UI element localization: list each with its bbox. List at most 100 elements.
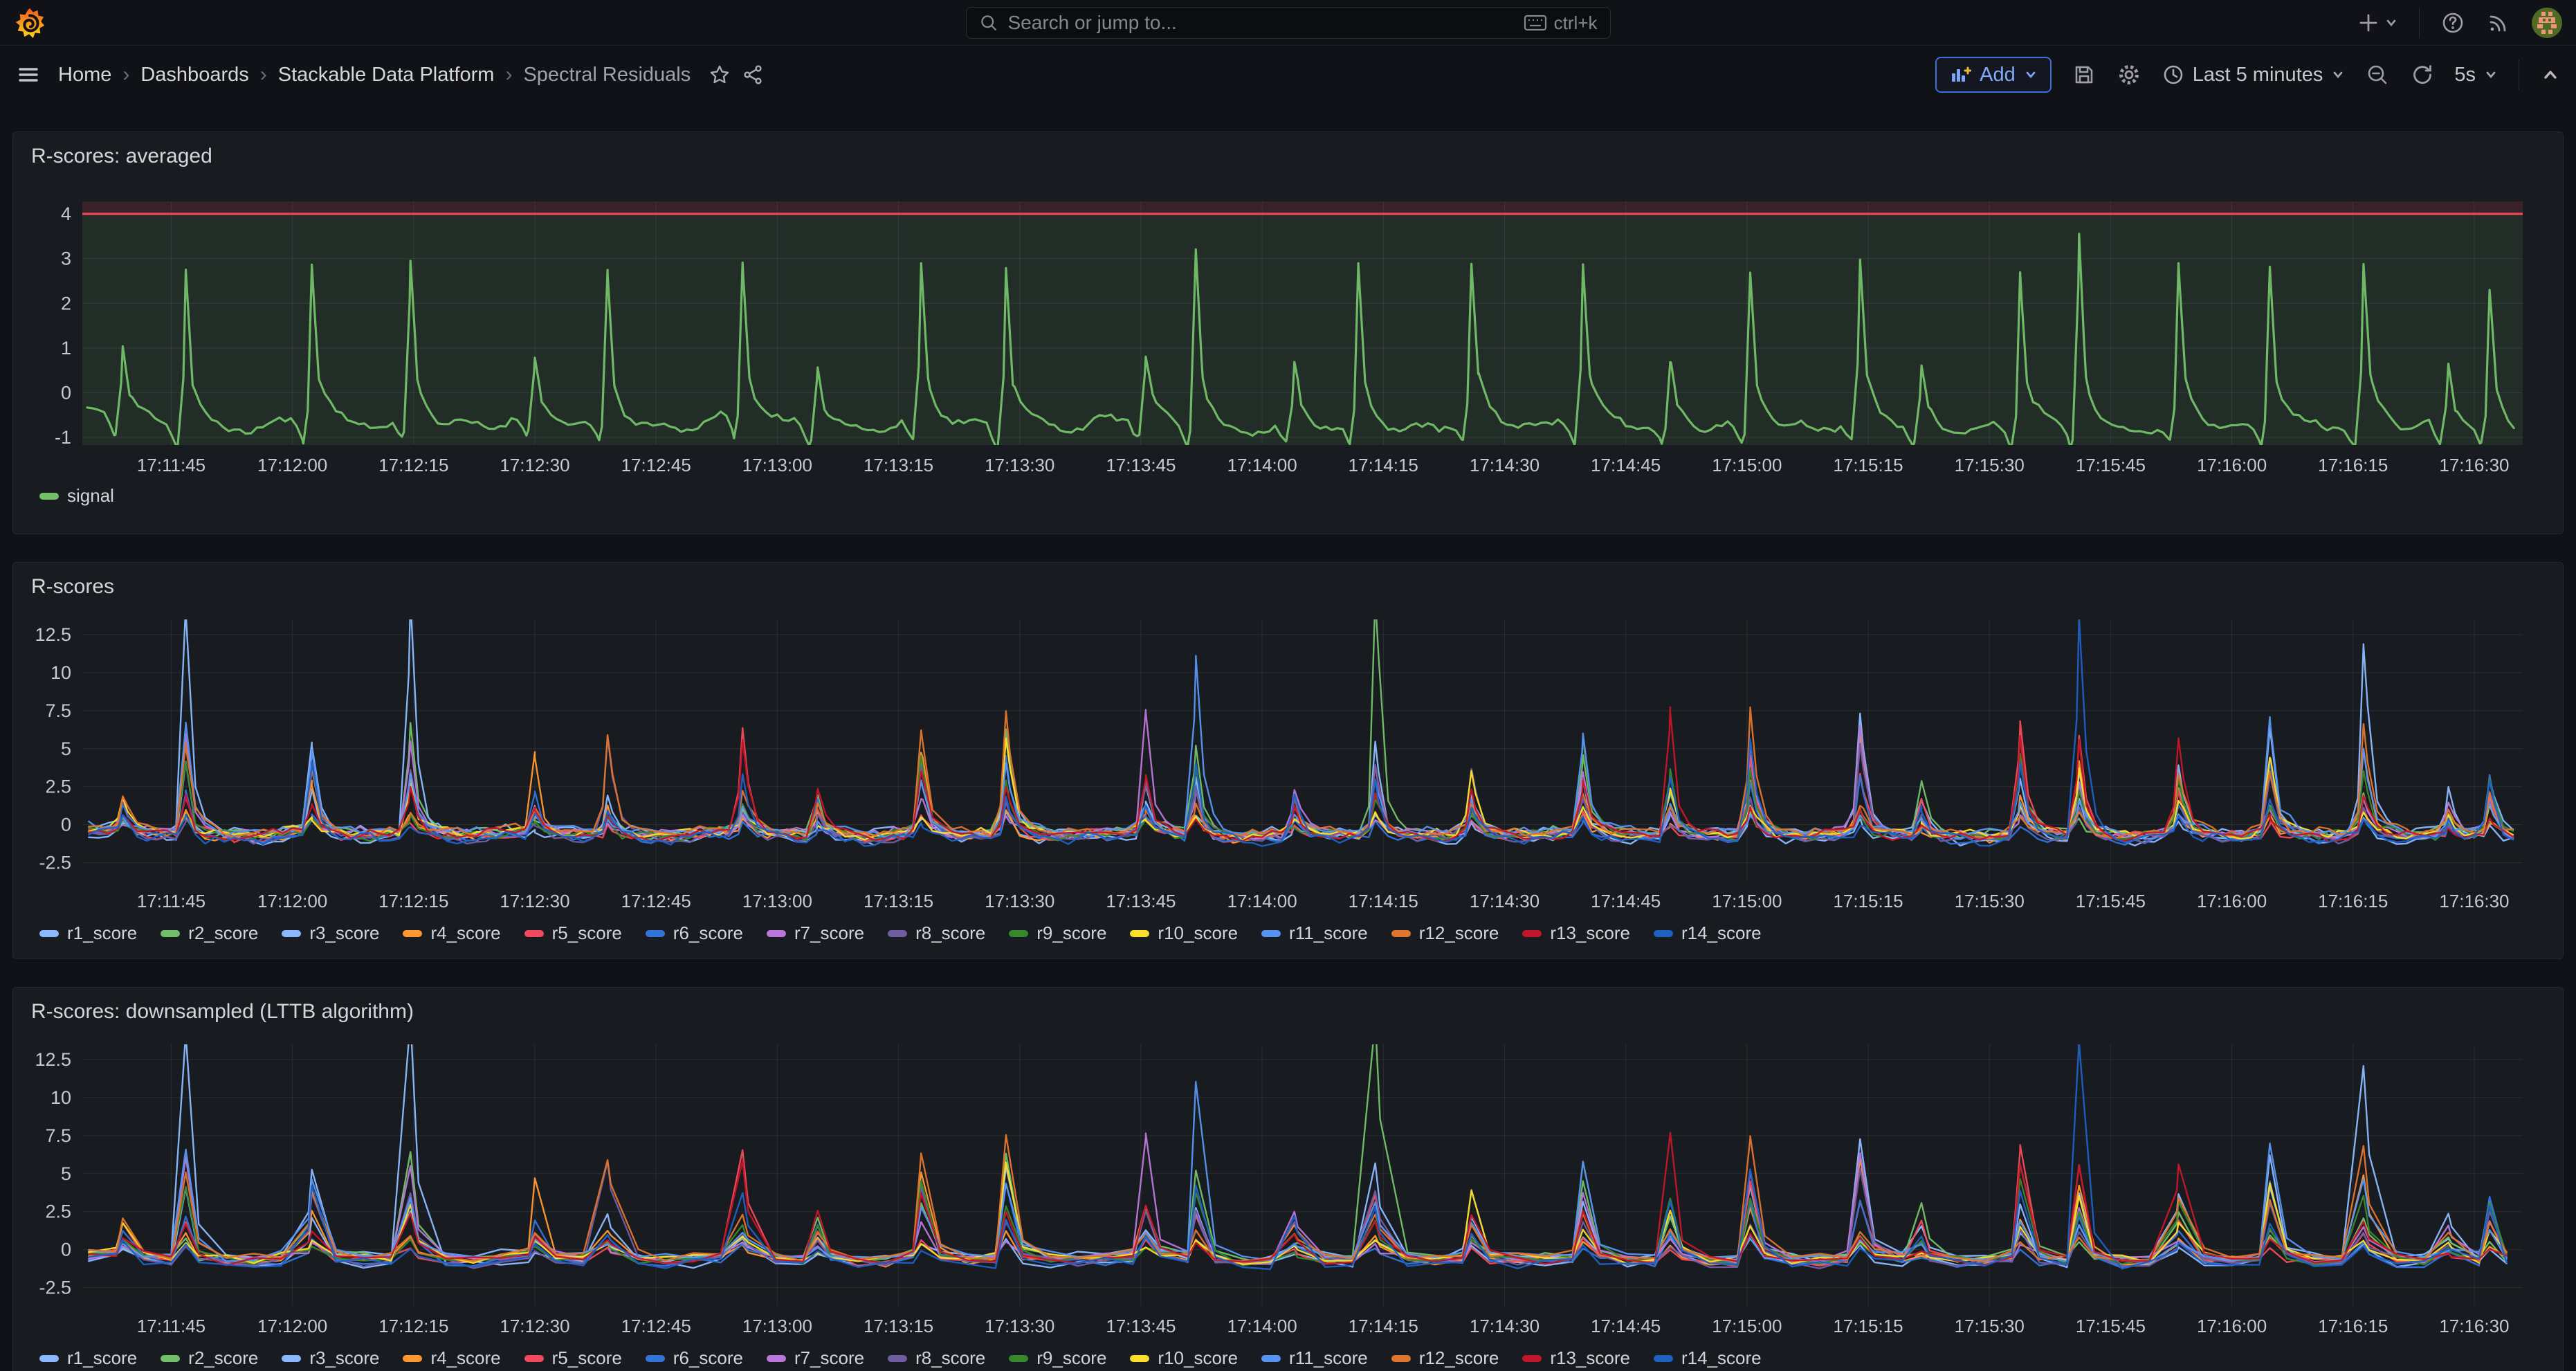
legend-item[interactable]: r4_score xyxy=(403,1347,500,1369)
breadcrumb-dashboards[interactable]: Dashboards xyxy=(140,64,248,87)
new-menu-button[interactable] xyxy=(2357,11,2398,35)
legend-item[interactable]: r3_score xyxy=(282,1347,379,1369)
legend-item[interactable]: r12_score xyxy=(1391,923,1499,944)
breadcrumb-separator: › xyxy=(122,63,129,87)
legend-item[interactable]: r8_score xyxy=(888,923,985,944)
svg-text:17:12:45: 17:12:45 xyxy=(621,891,691,911)
svg-text:17:12:15: 17:12:15 xyxy=(378,455,448,475)
rss-icon xyxy=(2486,10,2511,35)
legend-item[interactable]: r13_score xyxy=(1522,923,1630,944)
share-button[interactable] xyxy=(742,64,764,86)
legend-item[interactable]: r12_score xyxy=(1391,1347,1499,1369)
chevron-down-icon xyxy=(2331,68,2345,82)
panel-title[interactable]: R-scores xyxy=(24,568,2552,606)
svg-text:10: 10 xyxy=(51,1087,71,1108)
search-shortcut: ctrl+k xyxy=(1554,12,1598,34)
panel-title[interactable]: R-scores: downsampled (LTTB algorithm) xyxy=(24,993,2552,1030)
legend-item[interactable]: r1_score xyxy=(39,1347,137,1369)
svg-text:5: 5 xyxy=(61,738,71,759)
legend-item[interactable]: r14_score xyxy=(1654,1347,1762,1369)
legend-item[interactable]: signal xyxy=(39,485,114,507)
legend-item[interactable]: r7_score xyxy=(767,923,864,944)
svg-text:17:11:45: 17:11:45 xyxy=(137,891,205,911)
legend-swatch xyxy=(1391,1355,1411,1362)
legend-label: r3_score xyxy=(309,1347,379,1369)
timeseries-chart-averaged[interactable]: -10123417:11:4517:12:0017:12:1517:12:301… xyxy=(24,175,2552,480)
search-input[interactable]: Search or jump to... ctrl+k xyxy=(966,7,1611,39)
legend-item[interactable]: r6_score xyxy=(646,923,743,944)
refresh-interval-picker[interactable]: 5s xyxy=(2454,64,2498,87)
legend-item[interactable]: r3_score xyxy=(282,923,379,944)
legend-item[interactable]: r2_score xyxy=(161,1347,258,1369)
plus-icon xyxy=(2357,11,2380,35)
zoom-out-time-button[interactable] xyxy=(2366,63,2389,87)
legend-item[interactable]: r11_score xyxy=(1261,1347,1368,1369)
grafana-logo[interactable] xyxy=(14,7,46,39)
breadcrumb-separator: › xyxy=(505,63,512,87)
legend-swatch xyxy=(646,1355,665,1362)
legend-swatch xyxy=(1130,930,1149,937)
svg-text:17:15:30: 17:15:30 xyxy=(1955,1316,2025,1336)
legend-label: r10_score xyxy=(1158,1347,1238,1369)
legend-item[interactable]: r10_score xyxy=(1130,1347,1238,1369)
legend-swatch xyxy=(403,1355,422,1362)
legend-item[interactable]: r2_score xyxy=(161,923,258,944)
svg-text:17:15:15: 17:15:15 xyxy=(1833,455,1903,475)
legend-item[interactable]: r5_score xyxy=(524,1347,622,1369)
add-button-label: Add xyxy=(1980,64,2016,87)
add-panel-button[interactable]: Add xyxy=(1935,57,2052,93)
svg-text:17:11:45: 17:11:45 xyxy=(137,455,205,475)
svg-text:17:12:30: 17:12:30 xyxy=(500,455,569,475)
panel-title[interactable]: R-scores: averaged xyxy=(24,138,2552,175)
legend-label: r4_score xyxy=(430,923,500,944)
legend-label: r13_score xyxy=(1550,923,1630,944)
gear-icon xyxy=(2117,62,2141,87)
svg-text:2: 2 xyxy=(61,293,71,314)
legend-item[interactable]: r8_score xyxy=(888,1347,985,1369)
search-placeholder: Search or jump to... xyxy=(1008,12,1524,34)
top-bar: Search or jump to... ctrl+k xyxy=(0,0,2576,46)
svg-text:17:15:15: 17:15:15 xyxy=(1833,891,1903,911)
legend-label: r10_score xyxy=(1158,923,1238,944)
legend-label: r8_score xyxy=(915,923,985,944)
svg-text:17:14:30: 17:14:30 xyxy=(1470,455,1540,475)
chart-legend: signal xyxy=(24,480,2552,515)
legend-item[interactable]: r5_score xyxy=(524,923,622,944)
legend-swatch xyxy=(1261,930,1281,937)
legend-swatch xyxy=(767,1355,786,1362)
favorite-button[interactable] xyxy=(709,64,731,86)
timeseries-chart-rscores[interactable]: -2.502.557.51012.517:11:4517:12:0017:12:… xyxy=(24,606,2552,917)
refresh-button[interactable] xyxy=(2410,63,2433,87)
legend-swatch xyxy=(1261,1355,1281,1362)
keyboard-icon xyxy=(1524,14,1547,32)
legend-label: r11_score xyxy=(1289,1347,1368,1369)
legend-swatch xyxy=(1391,930,1411,937)
save-dashboard-button[interactable] xyxy=(2072,63,2096,87)
avatar[interactable] xyxy=(2532,8,2562,38)
breadcrumb-home[interactable]: Home xyxy=(58,64,111,87)
legend-item[interactable]: r10_score xyxy=(1130,923,1238,944)
legend-item[interactable]: r14_score xyxy=(1654,923,1762,944)
menu-toggle-button[interactable] xyxy=(15,62,42,88)
legend-label: r12_score xyxy=(1419,923,1499,944)
news-button[interactable] xyxy=(2486,10,2511,35)
legend-item[interactable]: r4_score xyxy=(403,923,500,944)
svg-text:5: 5 xyxy=(61,1163,71,1184)
dashboard-grid: R-scores: averaged -10123417:11:4517:12:… xyxy=(0,104,2576,1371)
help-button[interactable] xyxy=(2440,10,2465,35)
legend-item[interactable]: r1_score xyxy=(39,923,137,944)
legend-item[interactable]: r9_score xyxy=(1009,1347,1106,1369)
breadcrumb-folder[interactable]: Stackable Data Platform xyxy=(278,64,495,87)
legend-swatch xyxy=(403,930,422,937)
legend-item[interactable]: r6_score xyxy=(646,1347,743,1369)
legend-item[interactable]: r7_score xyxy=(767,1347,864,1369)
legend-item[interactable]: r13_score xyxy=(1522,1347,1630,1369)
time-range-picker[interactable]: Last 5 minutes xyxy=(2162,64,2346,87)
collapse-topbar-button[interactable] xyxy=(2540,64,2561,85)
legend-item[interactable]: r11_score xyxy=(1261,923,1368,944)
dashboard-settings-button[interactable] xyxy=(2117,62,2141,87)
legend-item[interactable]: r9_score xyxy=(1009,923,1106,944)
legend-label: r9_score xyxy=(1036,923,1106,944)
svg-text:17:15:15: 17:15:15 xyxy=(1833,1316,1903,1336)
timeseries-chart-downsampled[interactable]: -2.502.557.51012.517:11:4517:12:0017:12:… xyxy=(24,1030,2552,1342)
